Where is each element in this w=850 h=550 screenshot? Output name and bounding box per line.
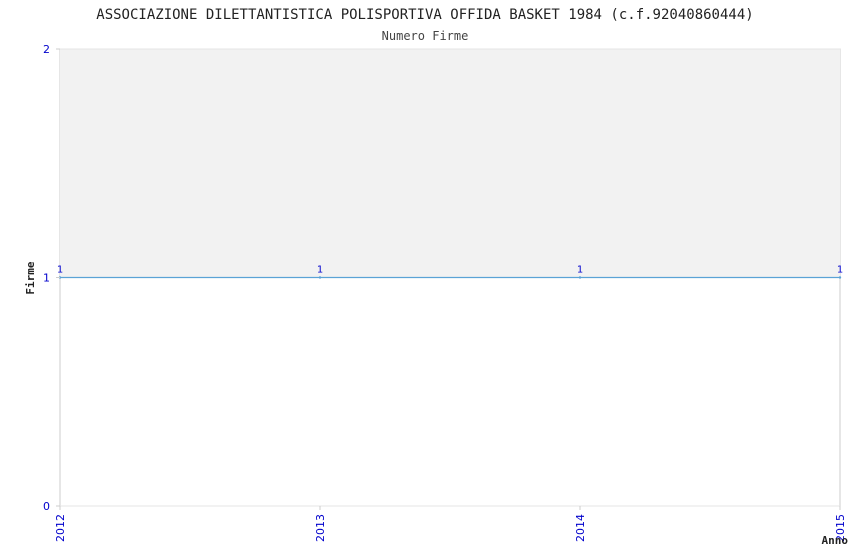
y-tick-label: 2 [43,43,50,56]
chart-subtitle: Numero Firme [382,29,469,43]
chart-title: ASSOCIAZIONE DILETTANTISTICA POLISPORTIV… [96,7,753,23]
data-label: 1 [577,265,583,276]
x-tick-label: 2014 [574,514,587,542]
x-tick-label: 2012 [54,514,67,542]
line-chart: 1111 0122012 2013 2014 2015 ASSOCIAZIONE DI… [24,7,849,547]
y-axis-label: Firme [24,261,37,294]
data-point [578,276,582,279]
data-label: 1 [57,265,63,276]
x-tick-label: 2013 [314,514,327,542]
data-label: 1 [837,265,843,276]
data-label: 1 [317,265,323,276]
y-tick-label: 1 [43,272,50,285]
area-above-line [60,49,840,278]
x-axis-label: Anno [822,534,849,547]
data-point [318,276,322,279]
y-tick-label: 0 [43,500,50,513]
data-point [838,276,842,279]
